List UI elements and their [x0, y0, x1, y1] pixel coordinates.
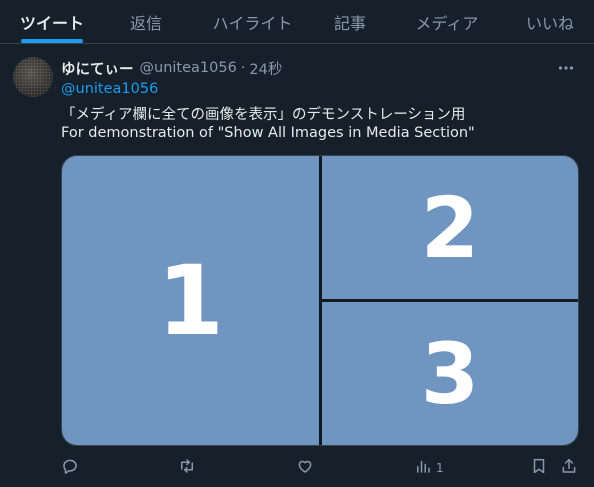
media-image-2[interactable]: 2: [322, 156, 578, 299]
tab-highlights[interactable]: ハイライト: [205, 0, 300, 43]
more-icon[interactable]: [556, 58, 576, 78]
tab-articles[interactable]: 記事: [330, 0, 370, 43]
separator-dot: ·: [240, 60, 246, 76]
like-icon: [296, 457, 314, 479]
reply-icon: [61, 457, 79, 479]
reply-mention-link[interactable]: @unitea1056: [61, 81, 158, 97]
share-icon: [560, 457, 578, 479]
display-name[interactable]: ゆにてぃー: [61, 58, 134, 79]
timestamp[interactable]: 24秒: [249, 58, 282, 79]
bookmark-icon: [530, 457, 548, 479]
tweet-header: ゆにてぃー @unitea1056 · 24秒: [61, 58, 282, 78]
reply-button[interactable]: [61, 458, 79, 478]
retweet-icon: [178, 457, 196, 479]
tab-likes[interactable]: いいね: [522, 0, 578, 43]
tweet-text-line-2: For demonstration of "Show All Images in…: [61, 125, 475, 141]
media-image-1[interactable]: 1: [62, 156, 319, 445]
avatar[interactable]: [13, 57, 53, 97]
views-button[interactable]: 1: [414, 458, 444, 478]
tab-replies[interactable]: 返信: [124, 0, 168, 43]
active-tab-indicator: [21, 39, 83, 43]
share-button[interactable]: [560, 458, 578, 478]
media-image-3[interactable]: 3: [322, 302, 578, 445]
tweet-text-line-1: 「メディア欄に全ての画像を表示」のデモンストレーション用: [61, 107, 466, 123]
retweet-button[interactable]: [178, 458, 196, 478]
tab-media[interactable]: メディア: [412, 0, 482, 43]
handle[interactable]: @unitea1056: [140, 60, 237, 76]
tab-tweets[interactable]: ツイート: [20, 0, 84, 43]
views-icon: [414, 457, 432, 479]
like-button[interactable]: [296, 458, 314, 478]
profile-tabs: ツイート 返信 ハイライト 記事 メディア いいね: [0, 0, 594, 44]
bookmark-button[interactable]: [530, 458, 548, 478]
view-count: 1: [436, 461, 444, 475]
media-grid: 1 2 3: [61, 155, 579, 446]
